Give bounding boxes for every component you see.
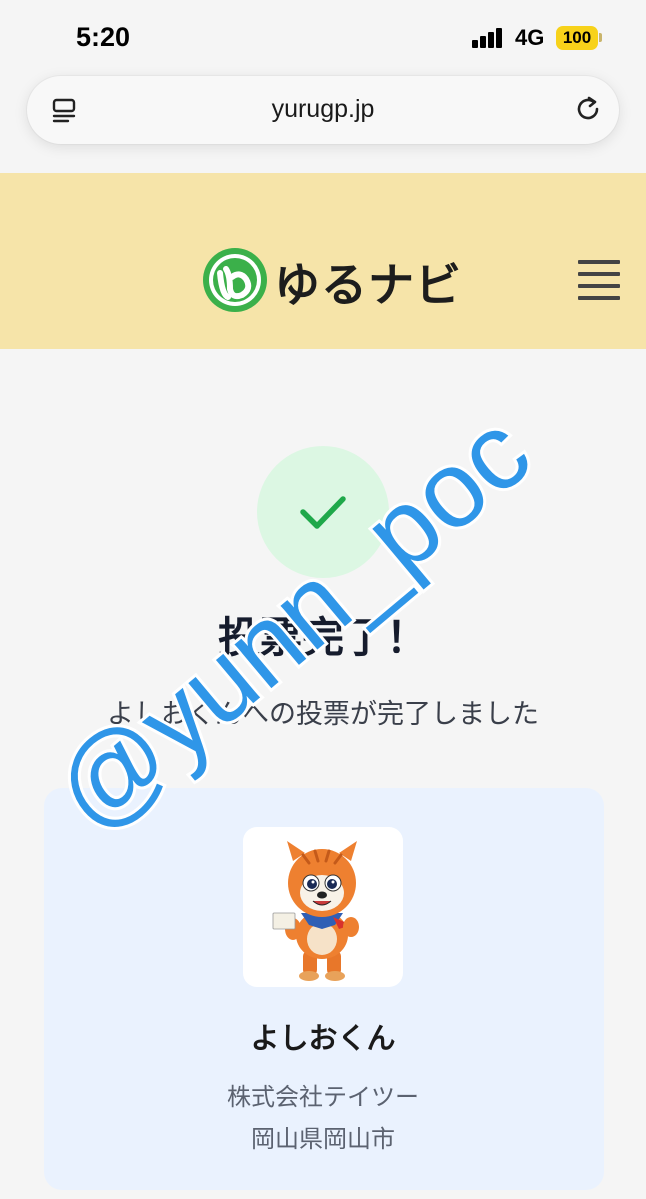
logo-text: ゆるナビ bbox=[274, 258, 462, 312]
mascot-character-icon bbox=[272, 841, 359, 981]
hamburger-menu-button[interactable] bbox=[576, 258, 620, 302]
network-type: 4G bbox=[515, 25, 545, 50]
mascot-location: 岡山県岡山市 bbox=[251, 1125, 395, 1153]
battery-tip bbox=[599, 33, 602, 42]
signal-icon bbox=[472, 28, 506, 48]
mascot-company: 株式会社テイツー bbox=[227, 1083, 419, 1111]
logo-mark-icon bbox=[203, 248, 267, 312]
reload-icon[interactable] bbox=[573, 94, 603, 124]
mascot-name: よしおくん bbox=[250, 1021, 396, 1055]
battery-icon: 100 bbox=[556, 26, 598, 50]
status-bar: 5:20 4G 100 bbox=[0, 0, 646, 70]
address-bar[interactable]: yurugp.jp bbox=[27, 76, 619, 144]
status-time: 5:20 bbox=[76, 22, 131, 52]
site-logo[interactable]: ゆるナビ bbox=[200, 241, 461, 317]
url-text[interactable]: yurugp.jp bbox=[27, 95, 619, 124]
mascot-image bbox=[243, 827, 403, 987]
